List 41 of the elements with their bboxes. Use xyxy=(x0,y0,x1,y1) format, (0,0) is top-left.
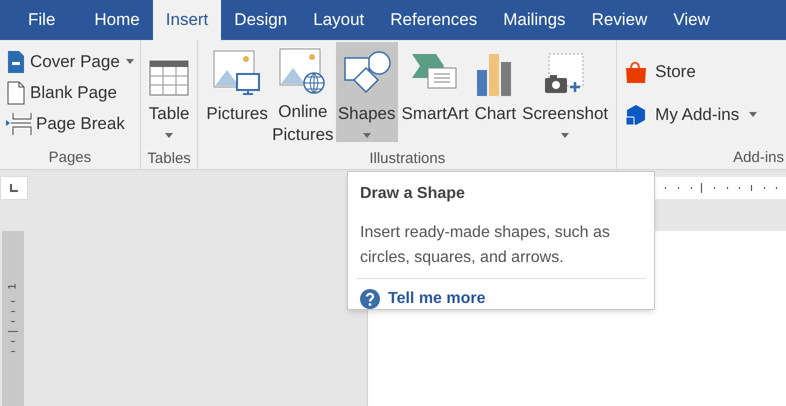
ruler-number: 1 xyxy=(8,283,18,290)
ribbon-tab[interactable]: View xyxy=(660,0,723,40)
tooltip-title: Draw a Shape xyxy=(360,184,466,204)
picture-monitor-icon xyxy=(213,50,262,96)
cube-icon xyxy=(625,102,648,126)
vertical-ruler[interactable]: 1 xyxy=(2,231,24,406)
ribbon-button[interactable]: Cover Page xyxy=(6,46,140,77)
ribbon-large-button[interactable]: Table xyxy=(146,42,192,142)
ribbon-large-button[interactable]: SmartArt xyxy=(400,42,471,142)
ribbon-large-button[interactable]: Screenshot xyxy=(520,42,610,142)
ribbon-tab[interactable]: Layout xyxy=(300,0,378,40)
ribbon-button[interactable]: My Add-ins xyxy=(625,99,786,130)
picture-globe-icon xyxy=(278,48,327,94)
ribbon-tab[interactable]: File xyxy=(8,0,76,40)
ribbon-large-button[interactable]: Online Pictures xyxy=(272,42,334,142)
ribbon-large-button[interactable]: Shapes xyxy=(336,42,398,142)
ribbon-button[interactable]: Page Break xyxy=(6,108,140,139)
tooltip-description: Insert ready-made shapes, such as circles, squares, and arrows. xyxy=(360,223,611,268)
ribbon-tab[interactable]: Home xyxy=(81,0,153,40)
ribbon-tab[interactable]: Mailings xyxy=(490,0,579,40)
ribbon-tab[interactable]: References xyxy=(377,0,490,40)
page-break-icon xyxy=(6,112,32,136)
table-icon xyxy=(149,60,190,96)
ribbon-large-button[interactable]: Chart xyxy=(472,42,518,142)
group-label: Illustrations xyxy=(368,149,446,169)
tell-me-more-link[interactable]: Tell me more xyxy=(360,287,486,311)
camera-icon xyxy=(545,52,586,96)
group-label: Tables xyxy=(146,149,192,169)
group-label: Pages xyxy=(48,148,92,168)
ribbon-button[interactable]: Blank Page xyxy=(6,77,140,108)
blank-page-icon xyxy=(6,80,26,104)
ribbon-tab[interactable]: Insert xyxy=(152,0,222,40)
ribbon-large-button[interactable]: Pictures xyxy=(204,42,270,142)
tab-stop-icon[interactable] xyxy=(0,176,28,200)
ribbon-tab[interactable]: Review xyxy=(578,0,660,40)
group-label: Add-ins xyxy=(732,148,785,168)
ribbon-tab[interactable]: Design xyxy=(221,0,300,40)
shopping-bag-icon xyxy=(625,60,648,84)
document-icon xyxy=(6,50,26,74)
shapes-icon xyxy=(342,50,391,96)
ribbon-button[interactable]: Store xyxy=(625,56,786,87)
